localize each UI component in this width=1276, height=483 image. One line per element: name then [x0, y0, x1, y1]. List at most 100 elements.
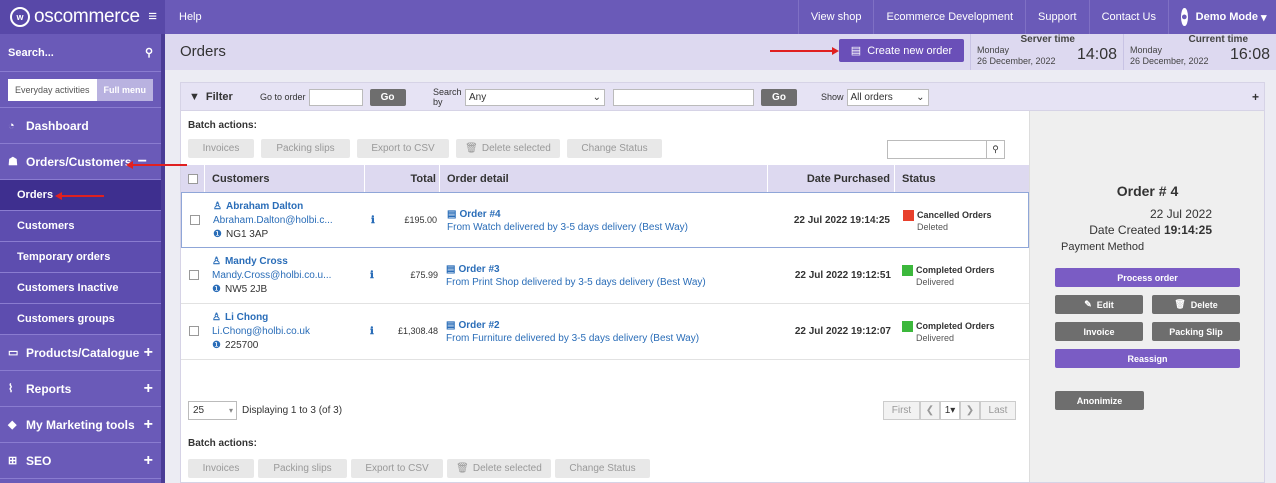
tag-icon: ◆ — [8, 419, 17, 431]
everyday-activities-button[interactable]: Everyday activities — [8, 78, 97, 101]
go-to-order-button[interactable]: Go — [369, 88, 406, 106]
sidebar-item-label: Products/Catalogue — [26, 345, 140, 360]
order-link[interactable]: ▤ Order #2 — [446, 320, 500, 331]
order-link[interactable]: ▤ Order #4 — [447, 209, 501, 220]
sidebar-item-dashboard[interactable]: ◔ Dashboard — [0, 108, 161, 144]
expand-icon[interactable]: + — [144, 452, 153, 470]
customer-email[interactable]: Mandy.Cross@holbi.co.u... — [212, 270, 331, 281]
col-customers[interactable]: Customers — [205, 165, 365, 192]
status-sub: Deleted — [917, 222, 949, 232]
sidebar-subitem-customers-inactive[interactable]: Customers Inactive — [0, 273, 161, 304]
next-page-icon[interactable]: ❯ — [960, 401, 980, 420]
info-icon[interactable]: ℹ — [370, 270, 374, 281]
packing-slips-button[interactable]: Packing slips — [258, 459, 347, 478]
export-csv-button[interactable]: Export to CSV — [351, 459, 443, 478]
sidebar: Search... ⚲ Everyday activities Full men… — [0, 34, 165, 483]
order-total: £1,308.48 — [397, 326, 438, 336]
filter-label: Filter — [205, 91, 233, 103]
customer-name[interactable]: ♙ Mandy Cross — [212, 256, 288, 267]
invoice-button[interactable]: Invoice — [1055, 322, 1143, 341]
invoices-button[interactable]: Invoices — [188, 459, 254, 478]
trash-icon: 🗑 — [1174, 299, 1186, 309]
full-menu-button[interactable]: Full menu — [96, 78, 154, 101]
logo-mark-icon: w — [10, 7, 30, 27]
customer-name[interactable]: ♙ Abraham Dalton — [213, 201, 303, 212]
sidebar-subitem-customers[interactable]: Customers — [0, 211, 161, 242]
delete-selected-button[interactable]: 🗑 Delete selected — [456, 139, 560, 158]
chart-icon: ⌇ — [8, 383, 14, 395]
search-icon[interactable]: ⚲ — [986, 141, 1004, 158]
select-all-checkbox[interactable] — [187, 173, 198, 184]
anonimize-button[interactable]: Anonimize — [1055, 391, 1144, 410]
sidebar-subitem-customers-groups[interactable]: Customers groups — [0, 304, 161, 335]
last-page-button[interactable]: Last — [980, 401, 1016, 420]
create-new-order-button[interactable]: ▤ Create new order — [839, 39, 964, 62]
table-row[interactable]: ♙ Li Chong Li.Chong@holbi.co.uk ❶ 225700 ℹ… — [181, 304, 1029, 360]
edit-button[interactable]: ✎ Edit — [1055, 295, 1143, 314]
info-icon[interactable]: ℹ — [371, 215, 375, 226]
prev-page-icon[interactable]: ❮ — [920, 401, 940, 420]
top-nav: View shop Ecommerce Development Support … — [797, 0, 1276, 34]
customer-email[interactable]: Abraham.Dalton@holbi.c... — [213, 215, 333, 226]
user-menu[interactable]: ● Demo Mode ▾ — [1168, 0, 1276, 34]
sidebar-item-reports[interactable]: ⌇ Reports + — [0, 371, 161, 407]
help-link[interactable]: Help — [179, 11, 202, 23]
row-checkbox[interactable] — [189, 326, 199, 336]
customer-email[interactable]: Li.Chong@holbi.co.uk — [212, 326, 310, 337]
expand-icon[interactable]: + — [144, 344, 153, 362]
nav-contact-us[interactable]: Contact Us — [1088, 0, 1168, 34]
sidebar-item-seo[interactable]: ⊞ SEO + — [0, 443, 161, 479]
row-checkbox[interactable] — [190, 215, 200, 225]
change-status-button[interactable]: Change Status — [567, 139, 662, 158]
table-search-input[interactable]: ⚲ — [887, 140, 1005, 159]
trash-icon: 🗑 — [465, 143, 478, 154]
expand-icon[interactable]: + — [144, 416, 153, 434]
user-menu-label: Demo Mode — [1195, 11, 1258, 23]
first-page-button[interactable]: First — [883, 401, 920, 420]
go-to-order-input[interactable] — [308, 88, 363, 106]
change-status-button[interactable]: Change Status — [555, 459, 650, 478]
table-row[interactable]: ♙ Mandy Cross Mandy.Cross@holbi.co.u... ❶… — [181, 248, 1029, 304]
order-detail-text: From Print Shop delivered by 3-5 days de… — [446, 277, 706, 288]
search-input[interactable] — [613, 88, 754, 106]
col-date-purchased[interactable]: Date Purchased — [768, 165, 895, 192]
expand-filter-icon[interactable]: + — [1252, 83, 1259, 111]
nav-support[interactable]: Support — [1025, 0, 1089, 34]
col-total[interactable]: Total — [365, 165, 440, 192]
process-order-button[interactable]: Process order — [1055, 268, 1240, 287]
filter-toggle[interactable]: ▼ Filter — [189, 83, 233, 111]
col-order-detail[interactable]: Order detail — [440, 165, 768, 192]
show-select[interactable]: All orders ⌄ — [846, 88, 929, 106]
search-icon[interactable]: ⚲ — [145, 46, 153, 59]
packing-slip-button[interactable]: Packing Slip — [1152, 322, 1240, 341]
info-icon[interactable]: ℹ — [370, 326, 374, 337]
invoices-button[interactable]: Invoices — [188, 139, 254, 158]
page-select[interactable]: 1 ▾ — [940, 401, 960, 420]
search-by-select[interactable]: Any ⌄ — [465, 88, 605, 106]
delete-selected-button[interactable]: 🗑 Delete selected — [447, 459, 551, 478]
logo[interactable]: w oscommerce ≡ — [0, 0, 165, 34]
hamburger-menu-icon[interactable]: ≡ — [148, 8, 157, 25]
expand-icon[interactable]: + — [144, 380, 153, 398]
sidebar-search[interactable]: Search... ⚲ — [0, 34, 161, 72]
sidebar-item-products-catalogue[interactable]: ▭ Products/Catalogue + — [0, 335, 161, 371]
order-detail-panel: Order # 4 22 Jul 2022 Date Created 19:14… — [1029, 111, 1264, 482]
col-status[interactable]: Status — [895, 165, 1029, 192]
reassign-button[interactable]: Reassign — [1055, 349, 1240, 368]
packing-slips-button[interactable]: Packing slips — [261, 139, 350, 158]
table-row[interactable]: ♙ Abraham Dalton Abraham.Dalton@holbi.c..… — [181, 192, 1029, 248]
payment-method: Payment Method — [1061, 241, 1145, 253]
export-csv-button[interactable]: Export to CSV — [357, 139, 449, 158]
order-link[interactable]: ▤ Order #3 — [446, 264, 500, 275]
per-page-select[interactable]: 25 ▾ — [188, 401, 237, 420]
row-checkbox[interactable] — [189, 270, 199, 280]
customer-postcode: ❶ NG1 3AP — [213, 229, 269, 240]
search-go-button[interactable]: Go — [761, 88, 797, 106]
nav-ecommerce-development[interactable]: Ecommerce Development — [873, 0, 1025, 34]
delete-button[interactable]: 🗑 Delete — [1152, 295, 1240, 314]
current-time-value: 16:08 — [1229, 46, 1270, 63]
customer-name[interactable]: ♙ Li Chong — [212, 312, 268, 323]
nav-view-shop[interactable]: View shop — [797, 0, 874, 34]
sidebar-item-marketing-tools[interactable]: ◆ My Marketing tools + — [0, 407, 161, 443]
sidebar-subitem-temporary-orders[interactable]: Temporary orders — [0, 242, 161, 273]
